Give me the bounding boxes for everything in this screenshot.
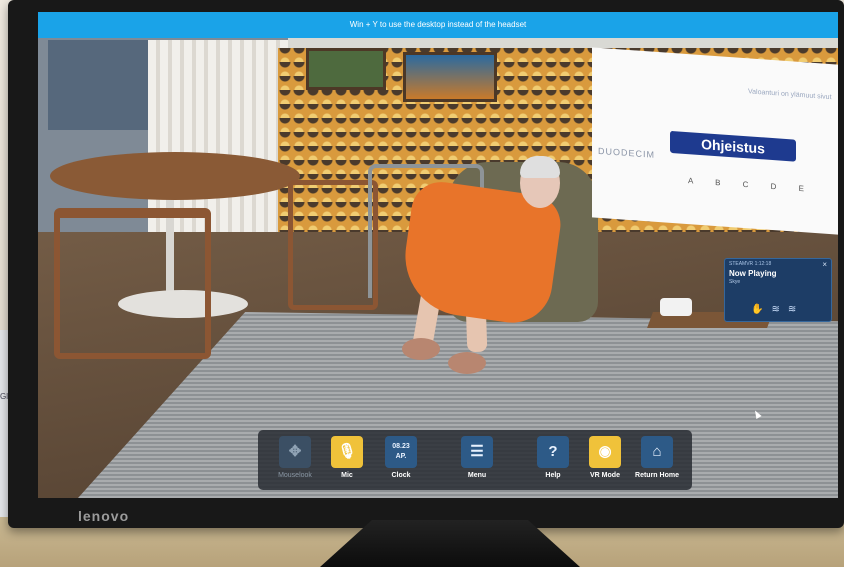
microphone-icon: 🎙: [331, 436, 363, 468]
slipper: [402, 338, 440, 360]
vr-headset-icon: ◉: [589, 436, 621, 468]
now-playing-icons: ✋ ≋ ≋: [751, 304, 796, 315]
now-playing-track: Skye: [729, 279, 741, 285]
controller-icon: ✋: [751, 304, 764, 315]
close-icon[interactable]: ×: [822, 260, 827, 269]
clock-ampm: AP.: [395, 453, 407, 460]
clock-button[interactable]: 08.23 AP. Clock: [378, 436, 424, 479]
tracker-icon: ≋: [787, 304, 797, 315]
now-playing-title: Now Playing: [729, 269, 777, 278]
help-label: Help: [545, 472, 561, 479]
menu-label: Menu: [467, 472, 487, 479]
mic-button[interactable]: 🎙 Mic: [324, 436, 370, 479]
wooden-chair: [54, 208, 211, 359]
mouselook-label: Mouselook: [278, 472, 312, 479]
vr-taskbar: ✥ Mouselook 🎙 Mic 08.23 AP. Clock ☰ Menu…: [258, 430, 692, 490]
move-arrows-icon: ✥: [279, 436, 311, 468]
painting-left: [306, 48, 386, 90]
now-playing-time: 1:12:18: [754, 261, 772, 267]
return-home-button[interactable]: ⌂ Return Home: [634, 436, 680, 479]
monitor-brand: lenovo: [78, 508, 130, 524]
board-fine-print: Valoanturi on ylämuut sivut: [748, 88, 832, 102]
window: [48, 40, 148, 130]
instruction-board: Valoanturi on ylämuut sivut Ohjeistus DU…: [592, 47, 838, 235]
return-home-label: Return Home: [635, 472, 679, 479]
menu-button[interactable]: ☰ Menu: [454, 436, 500, 479]
clock-label: Clock: [391, 472, 411, 479]
help-icon: ?: [537, 436, 569, 468]
instructions-button[interactable]: Ohjeistus: [670, 130, 796, 162]
clock-time: 08.23: [392, 443, 410, 450]
clock-icon: 08.23 AP.: [385, 436, 417, 468]
wifi-icon: ≋: [771, 304, 780, 315]
slipper: [448, 352, 486, 374]
mouselook-button[interactable]: ✥ Mouselook: [272, 436, 318, 479]
board-brand: DUODECIM: [598, 145, 655, 160]
board-letter-row: A B C D E: [688, 176, 815, 194]
vr-desktop-screen: Valoanturi on ylämuut sivut Ohjeistus DU…: [38, 12, 838, 498]
now-playing-header: STEAMVR 1:12:18: [725, 259, 831, 269]
now-playing-app: STEAMVR: [729, 261, 754, 267]
patient-hair: [520, 156, 560, 178]
hamburger-menu-icon: ☰: [461, 436, 493, 468]
wooden-chair-back: [288, 180, 378, 310]
vr-mode-label: VR Mode: [590, 472, 620, 479]
round-table: [50, 152, 300, 200]
desktop-hint-banner: Win + Y to use the desktop instead of th…: [38, 12, 838, 38]
now-playing-panel: STEAMVR 1:12:18 × Now Playing Skye ✋ ≋ ≋: [724, 258, 832, 322]
mic-label: Mic: [341, 472, 353, 479]
vr-mode-button[interactable]: ◉ VR Mode: [582, 436, 628, 479]
home-icon: ⌂: [641, 436, 673, 468]
painting-right: [403, 52, 497, 102]
blood-pressure-monitor[interactable]: [660, 298, 692, 316]
help-button[interactable]: ? Help: [530, 436, 576, 479]
